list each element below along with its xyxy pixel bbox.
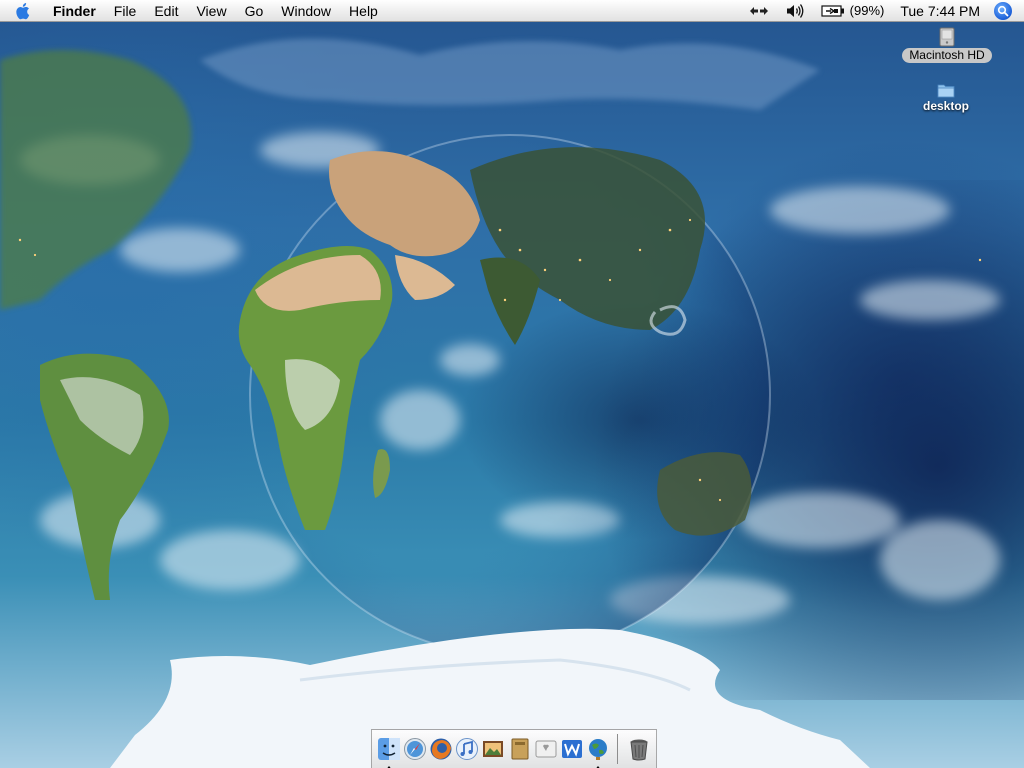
safari-compass-icon: [404, 738, 427, 760]
desktop-icon-macintosh-hd[interactable]: Macintosh HD: [897, 27, 997, 63]
menu-clock[interactable]: Tue 7:44 PM: [892, 0, 994, 22]
dock-item-word[interactable]: [559, 734, 585, 764]
dock-item-safari[interactable]: [402, 734, 428, 764]
firefox-icon: [430, 738, 452, 760]
dock: [371, 729, 657, 768]
dock-item-globe[interactable]: [585, 734, 611, 768]
preview-book-icon: [511, 738, 529, 760]
menu-extras: (99%) Tue 7:44 PM: [741, 0, 1024, 22]
battery-charging-icon: [821, 5, 844, 17]
itunes-note-icon: [456, 738, 479, 760]
apple-icon: [16, 2, 30, 19]
network-arrows-icon: [749, 7, 768, 15]
speaker-volume-icon: [786, 4, 804, 18]
folder-icon: [937, 84, 955, 98]
dock-item-firefox[interactable]: [428, 734, 454, 764]
network-status[interactable]: [741, 0, 777, 22]
desktop-wallpaper[interactable]: [0, 0, 1024, 768]
dock-item-itunes[interactable]: [454, 734, 480, 764]
globe-icon: [588, 739, 607, 760]
spotlight-button[interactable]: [994, 2, 1012, 20]
desktop-icon-label: desktop: [922, 99, 969, 113]
menu-edit[interactable]: Edit: [145, 0, 187, 22]
menu-app-name[interactable]: Finder: [44, 0, 105, 22]
trash-icon: [630, 739, 648, 761]
word-w-icon: [561, 740, 582, 758]
dock-item-iphoto[interactable]: [480, 734, 506, 764]
spotlight-search-icon: [997, 5, 1009, 17]
menu-view[interactable]: View: [187, 0, 235, 22]
dock-item-trash[interactable]: [626, 734, 652, 764]
finder-icon: [378, 738, 401, 760]
iphoto-icon: [483, 741, 504, 757]
apple-menu[interactable]: [0, 0, 44, 22]
dock-item-preview[interactable]: [507, 734, 533, 764]
desktop-icon-desktop-folder[interactable]: desktop: [910, 82, 982, 114]
dock-item-mac-os-x[interactable]: [533, 734, 559, 764]
menu-help[interactable]: Help: [340, 0, 387, 22]
battery-percent: (99%): [849, 3, 885, 18]
desktop-icon-label: Macintosh HD: [902, 48, 992, 63]
dock-item-finder[interactable]: [376, 734, 402, 768]
menu-file[interactable]: File: [105, 0, 146, 22]
menu-window[interactable]: Window: [272, 0, 340, 22]
mac-os-x-icon: [535, 740, 557, 758]
menu-go[interactable]: Go: [236, 0, 273, 22]
volume-control[interactable]: [777, 0, 813, 22]
hard-drive-icon: [939, 27, 955, 47]
menu-bar: Finder File Edit View Go Window Help (99…: [0, 0, 1024, 22]
dock-separator: [616, 734, 618, 764]
battery-status[interactable]: (99%): [813, 0, 893, 22]
earth-wallpaper-image: [0, 38, 1024, 768]
